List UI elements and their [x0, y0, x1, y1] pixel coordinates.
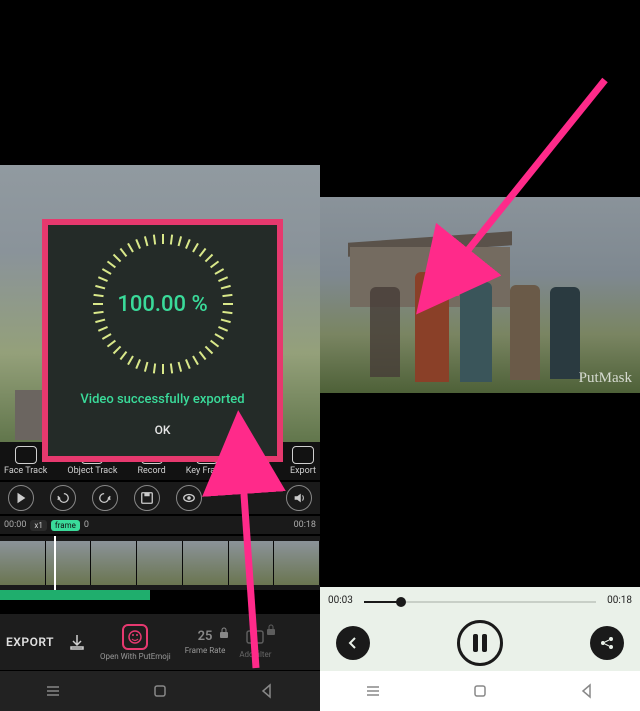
option-label: Open With PutEmoji — [100, 652, 171, 661]
open-with-putemoji[interactable]: Open With PutEmoji — [100, 624, 171, 661]
export-tool[interactable]: Export — [290, 446, 316, 476]
track-bar[interactable] — [0, 590, 150, 600]
download-icon[interactable] — [68, 633, 86, 651]
redo-button[interactable] — [92, 485, 118, 511]
export-icon — [292, 446, 314, 464]
current-time: 00:03 — [328, 595, 353, 606]
option-label: Add filter — [239, 650, 271, 659]
face-blur-highlight — [427, 264, 459, 296]
speed-badge[interactable]: x1 — [30, 520, 46, 531]
fps-value: 25 — [198, 629, 213, 644]
system-nav — [0, 671, 320, 711]
volume-button[interactable] — [286, 485, 312, 511]
start-time: 00:00 — [4, 520, 26, 530]
seek-knob[interactable] — [396, 597, 406, 607]
tool-label: Export — [290, 466, 316, 476]
player-screen: PutMask 00:03 00:18 — [320, 0, 640, 711]
back-button[interactable] — [336, 626, 370, 660]
seek-progress — [364, 601, 400, 603]
putemoji-icon — [122, 624, 148, 650]
home-icon[interactable] — [152, 683, 168, 699]
frame-badge[interactable]: frame — [51, 520, 80, 531]
lock-icon — [219, 627, 229, 639]
frame-number: 0 — [84, 520, 89, 530]
exported-video[interactable]: PutMask — [320, 197, 640, 393]
watermark-icon — [244, 626, 266, 648]
face-track-icon — [15, 446, 37, 464]
option-label: Frame Rate — [185, 646, 226, 655]
tool-label: Record — [137, 466, 165, 476]
tool-label: Face Track — [4, 466, 47, 476]
annotation-box — [42, 219, 283, 462]
editor-screen: Face Track Object Track Record Key Frame… — [0, 0, 320, 711]
total-duration: 00:18 — [607, 595, 632, 606]
export-bar: EXPORT Open With PutEmoji 25 Frame Rate … — [0, 614, 320, 670]
recent-apps-icon[interactable] — [365, 683, 381, 699]
face-track-tool[interactable]: Face Track — [4, 446, 47, 476]
timeline[interactable] — [0, 536, 320, 590]
playhead[interactable] — [54, 536, 56, 590]
visibility-button[interactable] — [176, 485, 202, 511]
playback-row — [0, 482, 320, 514]
tool-label: Object Track — [67, 466, 117, 476]
system-nav — [320, 671, 640, 711]
pause-button[interactable] — [457, 620, 503, 666]
tool-label: Edit — [251, 466, 266, 476]
end-time: 00:18 — [294, 520, 316, 530]
save-button[interactable] — [134, 485, 160, 511]
home-icon[interactable] — [472, 683, 488, 699]
undo-button[interactable] — [50, 485, 76, 511]
video-player-controls: 00:03 00:18 — [320, 587, 640, 671]
lock-icon — [266, 624, 276, 636]
back-icon[interactable] — [259, 683, 275, 699]
back-icon[interactable] — [579, 683, 595, 699]
tool-label: Key Frame — [186, 466, 228, 476]
play-button[interactable] — [8, 485, 34, 511]
export-label: EXPORT — [6, 635, 54, 649]
recent-apps-icon[interactable] — [45, 683, 61, 699]
share-button[interactable] — [590, 626, 624, 660]
watermark-option[interactable]: Add filter — [239, 626, 271, 659]
pause-icon — [473, 634, 487, 652]
video-watermark: PutMask — [579, 370, 632, 387]
frame-rate-option[interactable]: 25 Frame Rate — [185, 629, 226, 655]
timeline-info: 00:00 x1 frame 0 00:18 — [0, 516, 320, 534]
